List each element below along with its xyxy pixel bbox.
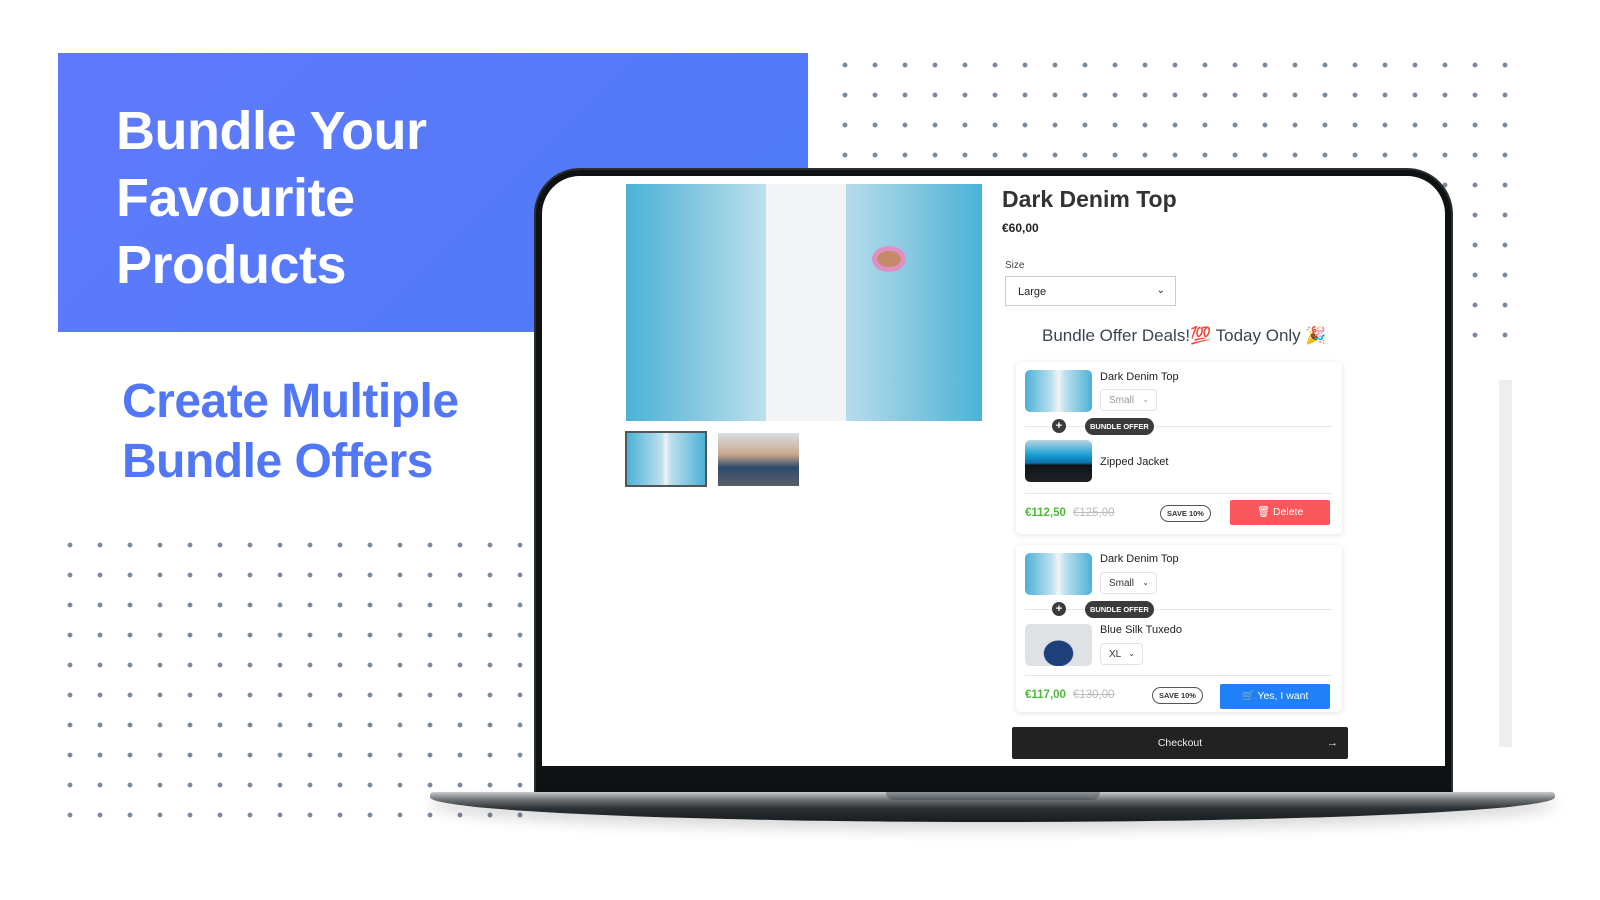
bundle-item-image	[1025, 370, 1092, 412]
save-badge: SAVE 10%	[1160, 505, 1211, 522]
hero-title: Bundle Your Favourite Products	[116, 98, 427, 299]
button-label: Yes, I want	[1257, 690, 1309, 702]
trash-icon: 🗑	[1256, 506, 1273, 518]
store-product-page: Dark Denim Top €60,00 Size Large ⌄ Bundl…	[542, 176, 1445, 766]
bundle-offer-badge: BUNDLE OFFER	[1085, 418, 1154, 435]
save-badge: SAVE 10%	[1152, 687, 1203, 704]
chevron-down-icon: ⌄	[1156, 285, 1165, 296]
bundle-item-name: Blue Silk Tuxedo	[1100, 624, 1182, 636]
bundle-item-image	[1025, 553, 1092, 595]
decorative-bar	[1499, 380, 1512, 747]
checkout-button[interactable]: Checkout →	[1012, 727, 1348, 759]
hero-title-line: Favourite	[116, 168, 355, 228]
laptop-notch	[886, 792, 1100, 800]
chevron-down-icon: ⌄	[1142, 395, 1149, 404]
cart-icon: 🛒	[1241, 690, 1258, 702]
size-label: Size	[1005, 260, 1025, 271]
chevron-down-icon: ⌄	[1128, 649, 1135, 658]
bundle-item-image	[1025, 624, 1092, 666]
product-thumbnail-2[interactable]	[718, 433, 799, 486]
bundle-item-variant-select[interactable]: Small ⌄	[1100, 572, 1157, 594]
hero-title-line: Products	[116, 235, 347, 295]
bundle-deals-heading: Bundle Offer Deals!💯 Today Only 🎉	[1042, 326, 1327, 345]
bundle-original-price: €130,00	[1073, 689, 1115, 701]
hero-subtitle: Create Multiple Bundle Offers	[122, 372, 459, 492]
plus-icon: +	[1052, 419, 1066, 433]
divider	[1025, 675, 1332, 676]
bundle-price: €112,50	[1025, 507, 1066, 519]
bundle-original-price: €125,00	[1073, 507, 1115, 519]
delete-bundle-button[interactable]: 🗑 Delete	[1230, 500, 1330, 525]
chevron-down-icon: ⌄	[1142, 578, 1149, 587]
bundle-item-image	[1025, 440, 1092, 482]
hero-title-line: Bundle Your	[116, 101, 427, 161]
bundle-price: €117,00	[1025, 689, 1066, 701]
product-main-image	[626, 184, 982, 421]
plus-icon: +	[1052, 602, 1066, 616]
bundle-offer-badge: BUNDLE OFFER	[1085, 601, 1154, 618]
size-select[interactable]: Large ⌄	[1005, 276, 1176, 306]
product-price: €60,00	[1002, 221, 1039, 235]
arrow-right-icon: →	[1327, 737, 1338, 749]
donut-patch-graphic	[872, 246, 906, 272]
hero-subtitle-line: Bundle Offers	[122, 435, 433, 488]
dot-pattern-bottom-left	[55, 530, 525, 830]
bundle-offer-card: Dark Denim Top Small ⌄ + BUNDLE OFFER Bl…	[1016, 545, 1342, 712]
variant-value: XL	[1109, 649, 1122, 660]
bundle-item-variant-select[interactable]: Small ⌄	[1100, 389, 1157, 411]
product-title: Dark Denim Top	[1002, 186, 1177, 212]
promo-stage: Bundle Your Favourite Products Create Mu…	[0, 0, 1600, 900]
accept-bundle-button[interactable]: 🛒 Yes, I want	[1220, 684, 1330, 709]
bundle-item-variant-select[interactable]: XL ⌄	[1100, 643, 1143, 665]
button-label: Delete	[1272, 506, 1304, 518]
bundle-item-name: Dark Denim Top	[1100, 553, 1179, 565]
product-thumbnail-1[interactable]	[625, 431, 707, 487]
bundle-offer-card: Dark Denim Top Small ⌄ + BUNDLE OFFER Zi…	[1016, 362, 1342, 534]
divider	[1025, 609, 1332, 610]
shirt-graphic	[766, 184, 846, 421]
variant-value: Small	[1109, 395, 1135, 406]
divider	[1025, 493, 1332, 494]
variant-value: Small	[1109, 578, 1135, 589]
bundle-item-name: Zipped Jacket	[1100, 456, 1169, 468]
bundle-item-name: Dark Denim Top	[1100, 371, 1179, 383]
divider	[1025, 426, 1332, 427]
checkout-label: Checkout	[1157, 737, 1203, 749]
size-select-value: Large	[1018, 286, 1047, 298]
hero-subtitle-line: Create Multiple	[122, 375, 459, 428]
